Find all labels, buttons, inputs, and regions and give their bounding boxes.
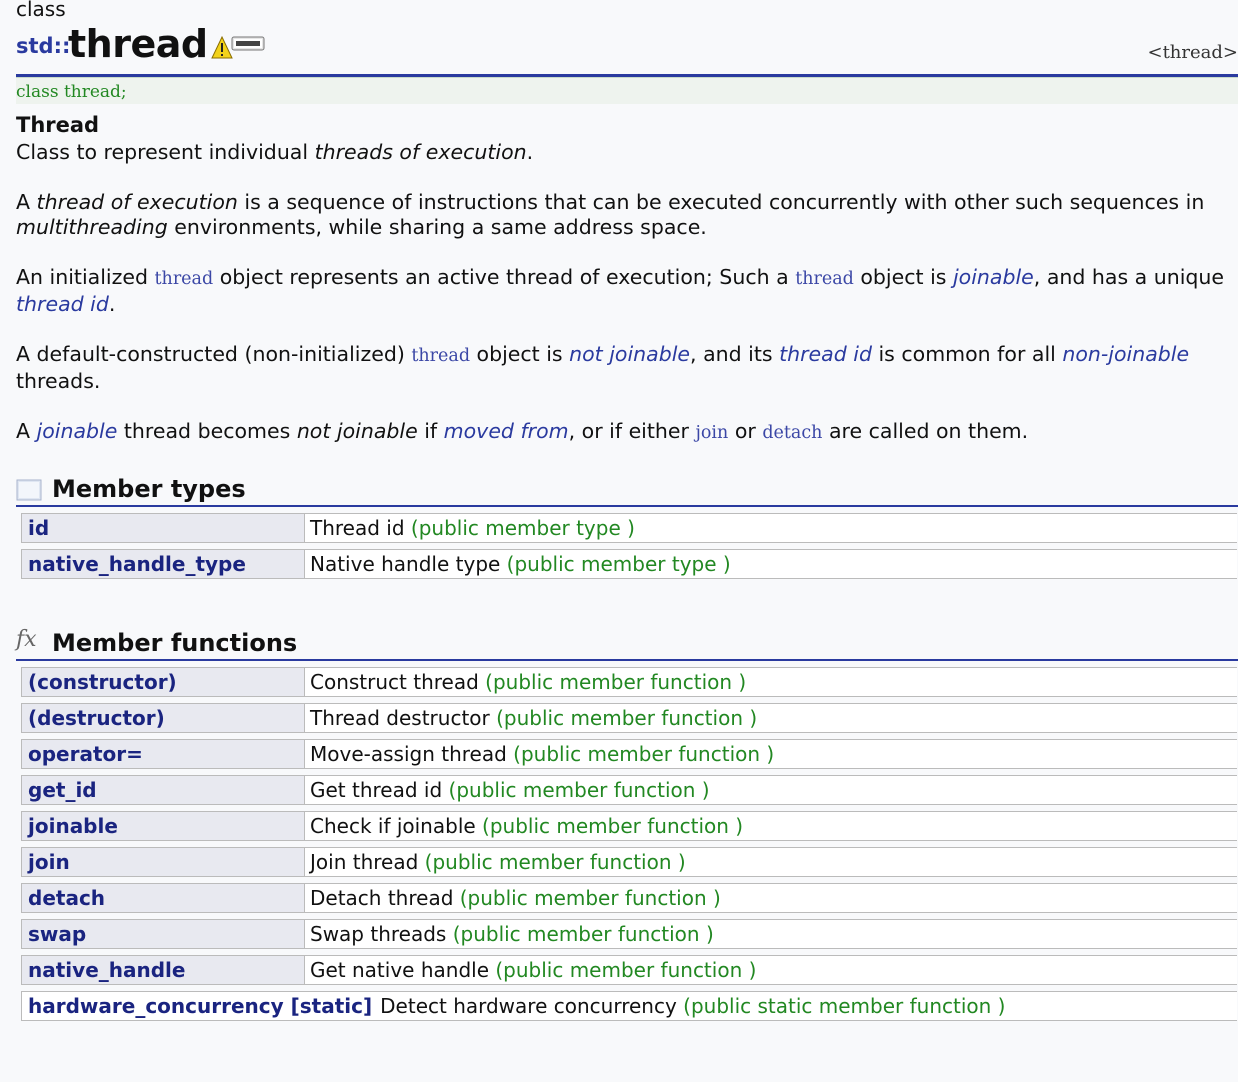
table-row: id Thread id (public member type ) [21, 513, 1237, 543]
table-row: native_handle Get native handle (public m… [21, 955, 1237, 985]
member-description: Move-assign thread [310, 742, 507, 766]
member-description-cell: Thread destructor (public member functio… [305, 703, 1237, 733]
reference-page: class std:: thread <thread> class thread… [16, 0, 1238, 1021]
member-description-cell: Get native handle (public member functio… [305, 955, 1237, 985]
fx-icon: fx [16, 627, 37, 652]
member-name-link[interactable]: get_id [21, 775, 305, 805]
member-description: Thread id [310, 516, 405, 540]
member-description-cell: Get thread id (public member function ) [305, 775, 1237, 805]
member-description: Detect hardware concurrency [380, 994, 677, 1018]
member-types-heading: Member types [52, 475, 246, 503]
member-description: Get native handle [310, 958, 489, 982]
moved-from-link[interactable]: moved from [444, 419, 569, 443]
member-types-icon [16, 479, 42, 501]
table-row: join Join thread (public member function … [21, 847, 1237, 877]
member-description: Construct thread [310, 670, 479, 694]
namespace-label: std:: [16, 34, 71, 58]
member-name-link[interactable]: (constructor) [21, 667, 305, 697]
description-paragraph-3: An initialized thread object represents … [16, 265, 1225, 316]
member-description-cell: Join thread (public member function ) [305, 847, 1237, 877]
member-description-cell: Move-assign thread (public member functi… [305, 739, 1237, 769]
declaration: class thread; [16, 77, 1238, 104]
table-row: native_handle_type Native handle type (pu… [21, 549, 1237, 579]
page-title: thread [68, 22, 208, 66]
member-functions-heading: Member functions [52, 629, 298, 657]
table-row: swap Swap threads (public member function… [21, 919, 1237, 949]
member-name-link[interactable]: swap [21, 919, 305, 949]
member-description-cell: Detach thread (public member function ) [305, 883, 1237, 913]
thread-code-link[interactable]: thread [155, 269, 214, 289]
member-name-link[interactable]: joinable [21, 811, 305, 841]
member-kind: (public member function ) [459, 886, 721, 910]
member-kind: (public member type ) [410, 516, 635, 540]
member-kind: (public static member function ) [683, 994, 1006, 1018]
short-description: Thread [16, 113, 100, 137]
member-name-link[interactable]: hardware_concurrency [static] [28, 994, 372, 1018]
member-kind: (public member function ) [495, 958, 757, 982]
joinable-link[interactable]: joinable [37, 419, 118, 443]
member-kind: (public member function ) [496, 706, 758, 730]
table-row: (destructor) Thread destructor (public me… [21, 703, 1237, 733]
member-kind: (public member function ) [513, 742, 775, 766]
detach-code-link[interactable]: detach [762, 423, 822, 443]
member-description: Native handle type [310, 552, 501, 576]
member-kind: (public member function ) [485, 670, 747, 694]
join-code-link[interactable]: join [695, 423, 728, 443]
thread-id-link[interactable]: thread id [779, 342, 872, 366]
not-joinable-link[interactable]: not joinable [569, 342, 690, 366]
table-row: joinable Check if joinable (public member… [21, 811, 1237, 841]
member-description-cell: Construct thread (public member function… [305, 667, 1237, 697]
table-row: detach Detach thread (public member funct… [21, 883, 1237, 913]
member-name-link[interactable]: operator= [21, 739, 305, 769]
member-functions-section-header: fx Member functions [16, 625, 1238, 659]
member-description: Join thread [310, 850, 419, 874]
member-kind: (public member type ) [506, 552, 731, 576]
non-joinable-link[interactable]: non-joinable [1062, 342, 1189, 366]
thread-code-link[interactable]: thread [411, 346, 470, 366]
member-description: Get thread id [310, 778, 443, 802]
table-row: (constructor) Construct thread (public me… [21, 667, 1237, 697]
table-row: get_id Get thread id (public member funct… [21, 775, 1237, 805]
cpp11-warning-icon [211, 35, 265, 59]
member-kind: (public member function ) [424, 850, 686, 874]
table-row: hardware_concurrency [static] Detect har… [21, 991, 1237, 1021]
thread-id-link[interactable]: thread id [16, 292, 109, 316]
table-row: operator= Move-assign thread (public memb… [21, 739, 1237, 769]
member-description: Swap threads [310, 922, 447, 946]
description-paragraph-4: A default-constructed (non-initialized) … [16, 342, 1190, 393]
thread-code-link[interactable]: thread [795, 269, 854, 289]
member-name-link[interactable]: native_handle_type [21, 549, 305, 579]
member-description-cell: Native handle type (public member type ) [305, 549, 1237, 579]
description-paragraph-5: A joinable thread becomes not joinable i… [16, 419, 1029, 443]
member-name-link[interactable]: join [21, 847, 305, 877]
member-name-link[interactable]: (destructor) [21, 703, 305, 733]
title-row: std:: thread <thread> [16, 20, 1238, 68]
header-link[interactable]: <thread> [1147, 42, 1238, 63]
description-paragraph-2: A thread of execution is a sequence of i… [16, 190, 1205, 239]
member-name-link[interactable]: id [21, 513, 305, 543]
member-types-section-header: Member types [16, 471, 1238, 505]
joinable-link[interactable]: joinable [953, 265, 1034, 289]
member-name-link[interactable]: native_handle [21, 955, 305, 985]
entity-kind: class [16, 0, 66, 21]
member-description: Check if joinable [310, 814, 476, 838]
description-paragraph-1: Class to represent individual threads of… [16, 140, 534, 164]
member-name-link[interactable]: detach [21, 883, 305, 913]
member-description: Detach thread [310, 886, 454, 910]
member-description-cell: Thread id (public member type ) [305, 513, 1237, 543]
member-kind: (public member function ) [452, 922, 714, 946]
member-kind: (public member function ) [448, 778, 710, 802]
member-description-cell: Check if joinable (public member functio… [305, 811, 1237, 841]
member-functions-table: (constructor) Construct thread (public me… [21, 661, 1237, 991]
member-types-table: id Thread id (public member type ) native_… [21, 507, 1237, 585]
member-description: Thread destructor [310, 706, 490, 730]
member-description-cell: Swap threads (public member function ) [305, 919, 1237, 949]
member-kind: (public member function ) [482, 814, 744, 838]
